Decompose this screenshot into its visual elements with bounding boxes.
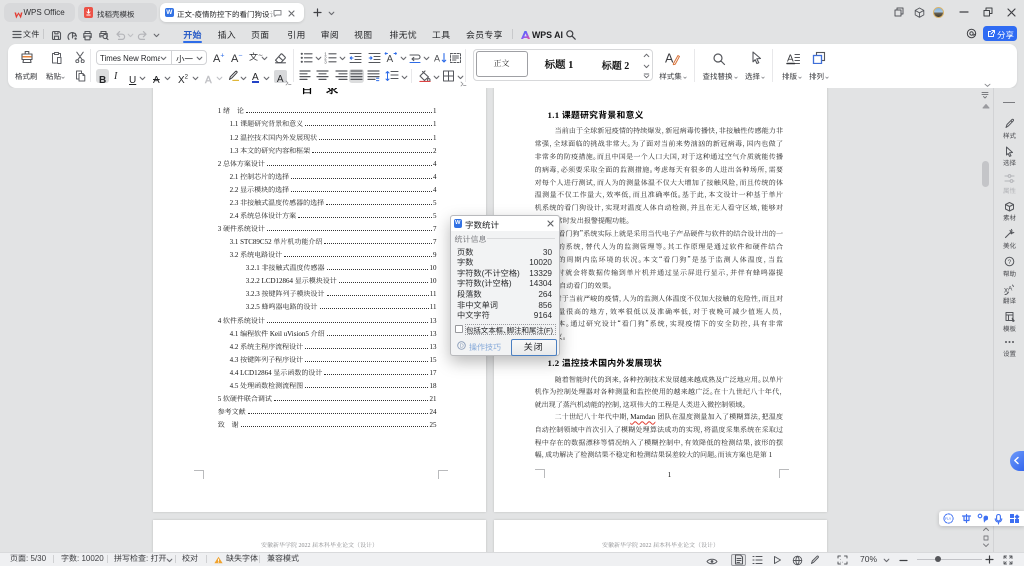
svg-text:3: 3 <box>324 59 327 64</box>
svg-text:A: A <box>387 54 394 64</box>
svg-text:D: D <box>460 344 464 350</box>
svg-text:?: ? <box>1008 259 1012 266</box>
svg-text::.: :. <box>840 558 844 565</box>
svg-text:A: A <box>665 52 674 66</box>
svg-text:A: A <box>434 53 440 63</box>
svg-text:FLY: FLY <box>945 517 952 521</box>
